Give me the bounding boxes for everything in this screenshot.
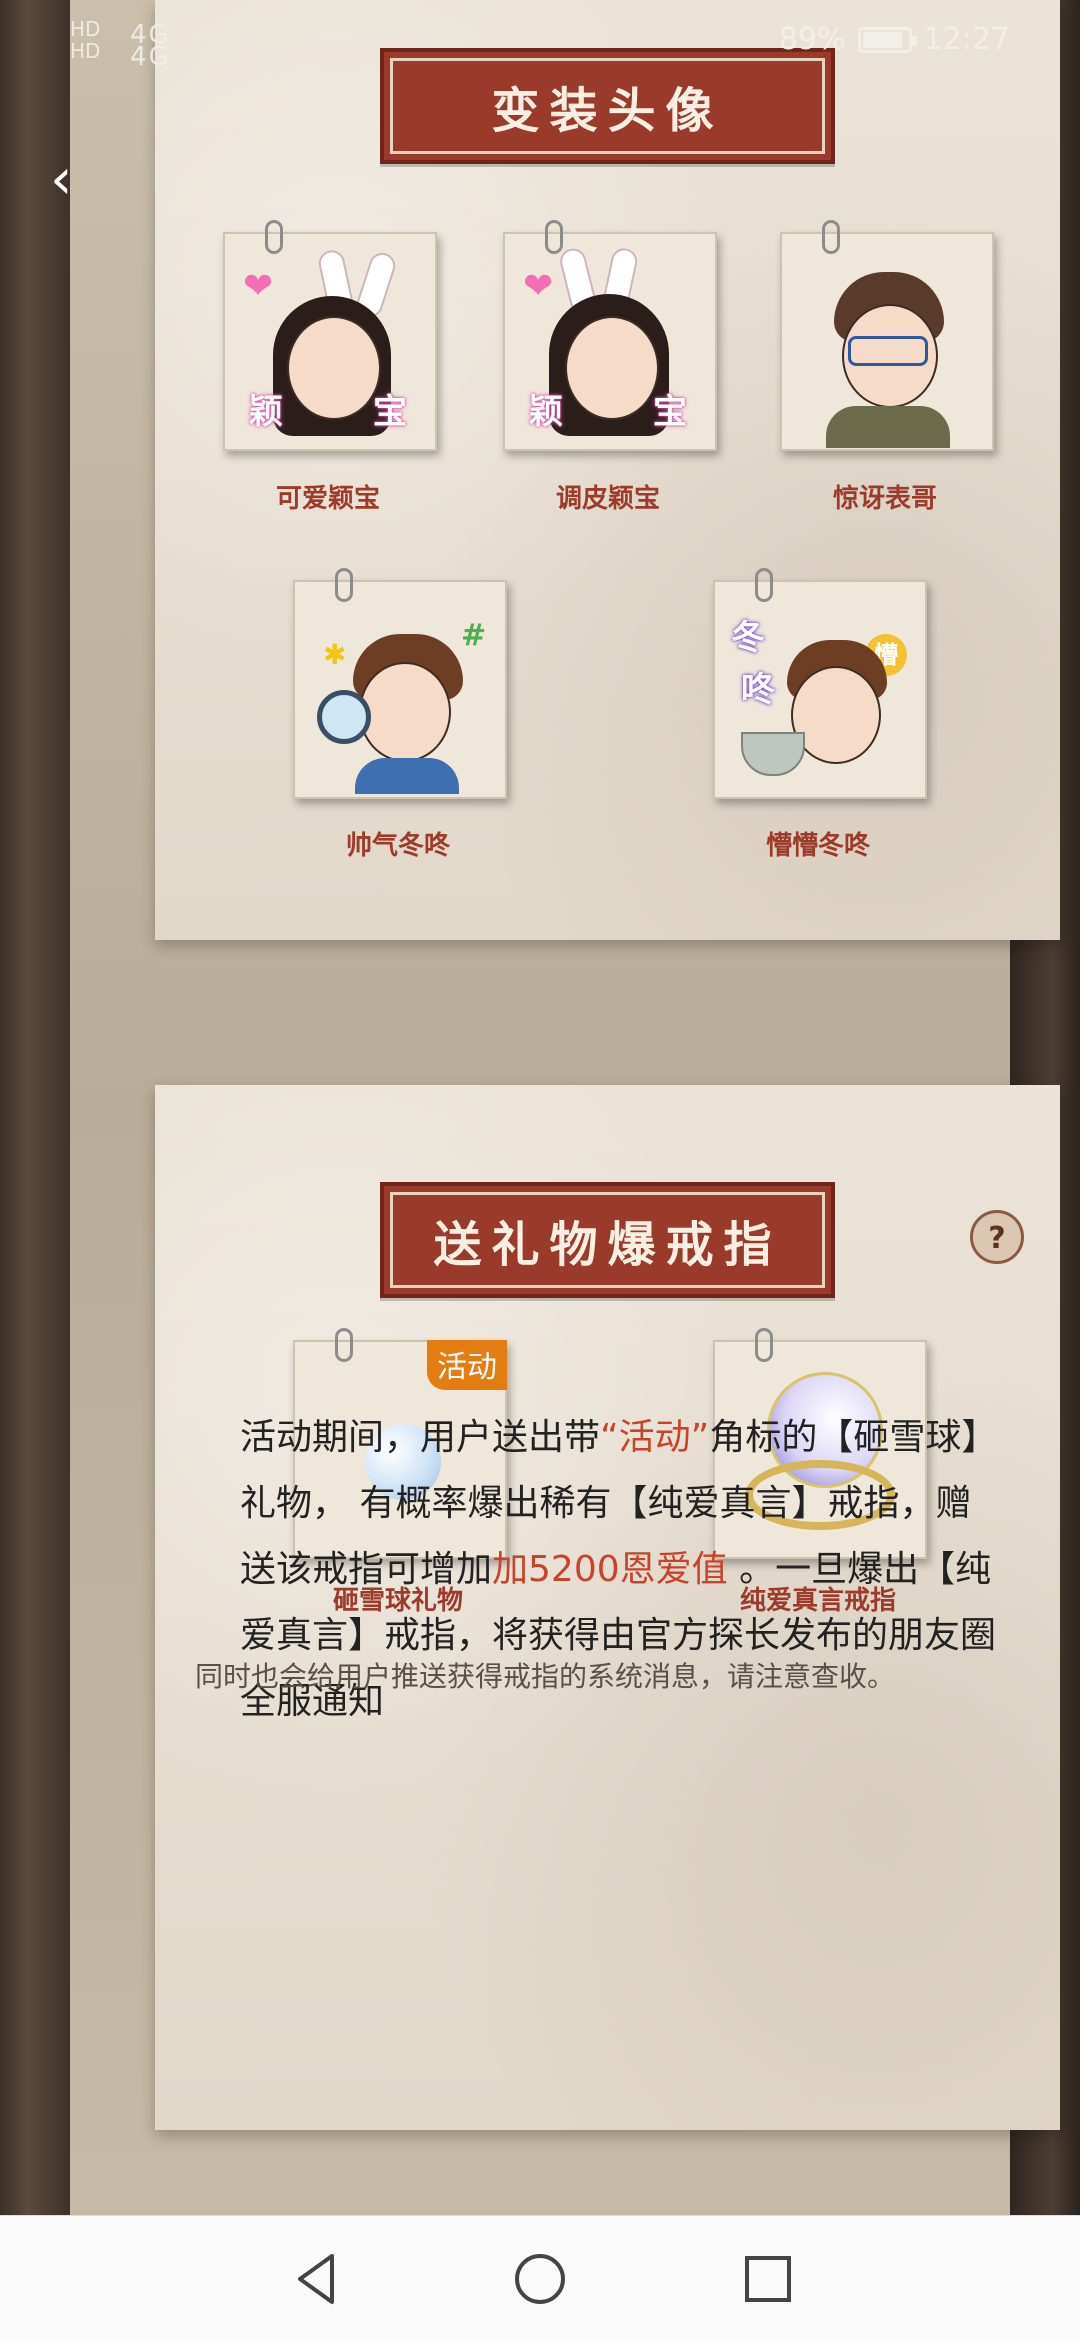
gift-section-banner: 送礼物爆戒指 xyxy=(380,1182,835,1298)
system-nav-bar xyxy=(0,2215,1080,2341)
sparkle-icon: ✱ xyxy=(323,638,347,671)
tag-left: 颖 xyxy=(249,392,283,432)
desc-highlight-value: 加5200恩爱值 xyxy=(492,1549,728,1590)
tag-right: 宝 xyxy=(373,392,407,432)
desc-part: 活动期间，用户送出带 xyxy=(240,1417,601,1458)
status-left: HD HD 4G 4G xyxy=(70,17,169,70)
paperclip-icon xyxy=(755,568,773,602)
clock: 12:27 xyxy=(923,22,1010,57)
square-recents-icon[interactable] xyxy=(733,2244,803,2314)
status-bar: HD HD 4G 4G 89% 12:27 xyxy=(0,0,1080,90)
avatar-label-surprised-cousin: 惊讶表哥 xyxy=(832,484,937,514)
avatar-card-cute-yingbao[interactable]: ❤ 颖 宝 xyxy=(223,220,437,451)
tag-left: 颖 xyxy=(529,392,563,432)
hd-label: HD HD xyxy=(70,17,101,63)
paperclip-icon xyxy=(545,220,563,254)
bowl-icon xyxy=(741,732,805,776)
signal-icon: 4G 4G xyxy=(130,20,171,72)
gift-section-title: 送礼物爆戒指 xyxy=(433,1217,782,1273)
hash-icon: # xyxy=(461,618,487,653)
shirt-shape xyxy=(355,758,459,794)
gift-panel: 送礼物爆戒指 ? 活动 砸雪球礼物 纯爱真言戒指 活动期间，用户送出带“活动”角… xyxy=(155,1085,1060,2130)
desc-highlight-activity: “活动” xyxy=(600,1417,710,1458)
paperclip-icon xyxy=(335,568,353,602)
tag-right: 宝 xyxy=(653,392,687,432)
avatar-label-cute-yingbao: 可爱颖宝 xyxy=(275,484,380,514)
tag-top: 冬 xyxy=(731,618,765,658)
paperclip-icon xyxy=(755,1328,773,1362)
battery-fill xyxy=(862,31,902,48)
help-button[interactable]: ? xyxy=(970,1210,1024,1264)
avatar-label-dazed-dongdong: 懵懵冬咚 xyxy=(765,831,870,861)
chevron-left-icon[interactable]: ‹ xyxy=(50,150,90,210)
left-wood-rail xyxy=(0,0,70,2215)
face-shape xyxy=(359,662,451,762)
battery-percent: 89% xyxy=(778,22,846,57)
battery-icon xyxy=(857,26,917,53)
paperclip-icon xyxy=(822,220,840,254)
jacket-shape xyxy=(826,406,950,448)
page-backdrop: 变装头像 ❤ 颖 宝 可爱颖宝 ❤ 颖 宝 调皮颖宝 惊讶表哥 ✱ # 帅气冬咚… xyxy=(70,0,1060,2215)
avatar-panel: 变装头像 ❤ 颖 宝 可爱颖宝 ❤ 颖 宝 调皮颖宝 惊讶表哥 ✱ # 帅气冬咚… xyxy=(155,0,1060,940)
avatar-card-surprised-cousin[interactable] xyxy=(780,220,994,451)
magnifier-icon xyxy=(317,690,371,744)
circle-home-icon[interactable] xyxy=(505,2244,575,2314)
avatar-card-dazed-dongdong[interactable]: 冬 咚 懵 xyxy=(713,568,927,799)
tag-bottom: 咚 xyxy=(741,670,775,710)
avatar-card-naughty-yingbao[interactable]: ❤ 颖 宝 xyxy=(503,220,717,451)
avatar-card-handsome-dongdong[interactable]: ✱ # xyxy=(293,568,507,799)
face-shape xyxy=(287,316,381,420)
activity-badge: 活动 xyxy=(427,1340,507,1390)
face-shape xyxy=(565,316,659,420)
paperclip-icon xyxy=(335,1328,353,1362)
status-right: 89% 12:27 xyxy=(779,22,1010,57)
triangle-back-icon[interactable] xyxy=(282,2244,352,2314)
paperclip-icon xyxy=(265,220,283,254)
system-message-note: 同时也会给用户推送获得戒指的系统消息，请注意查收。 xyxy=(195,1660,896,1693)
avatar-label-naughty-yingbao: 调皮颖宝 xyxy=(555,484,660,514)
avatar-label-handsome-dongdong: 帅气冬咚 xyxy=(345,831,450,861)
heart-icon: ❤ xyxy=(523,266,554,307)
heart-icon: ❤ xyxy=(243,266,274,307)
glasses-icon xyxy=(848,336,928,366)
